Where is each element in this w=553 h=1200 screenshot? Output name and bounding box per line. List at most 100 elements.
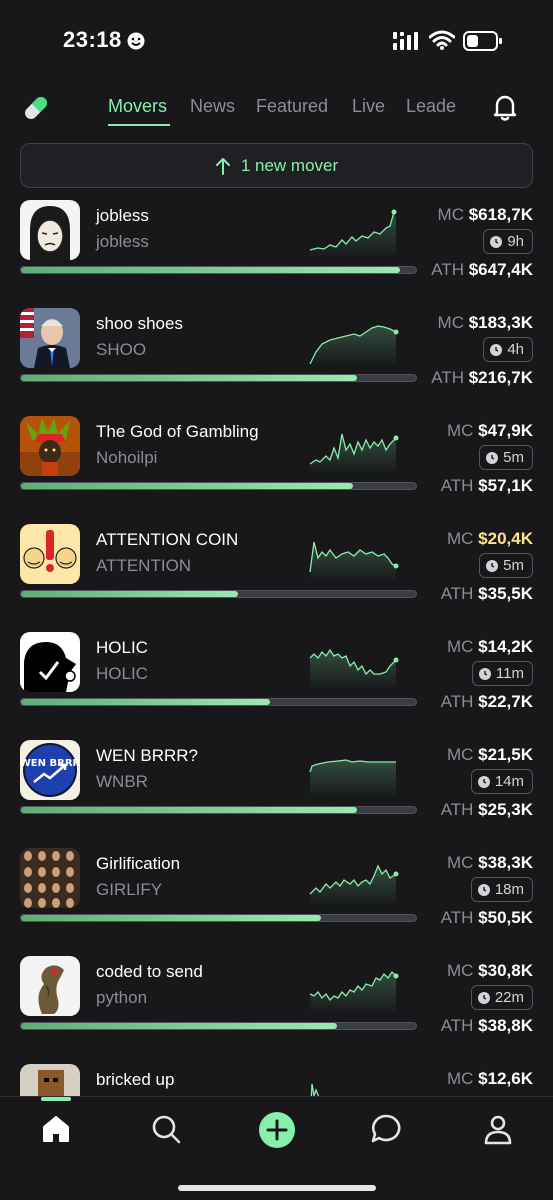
sparkline-chart [309, 209, 397, 258]
ath-value: $216,7K [468, 368, 533, 387]
coin-row[interactable]: coded to send python MC $30,8K 22m ATH $… [0, 952, 553, 1060]
all-time-high: ATH $22,7K [441, 692, 533, 712]
age-text: 4h [507, 341, 524, 358]
ath-label: ATH [440, 584, 474, 603]
sparkline-chart [309, 541, 399, 582]
ath-label: ATH [440, 908, 474, 927]
pill-logo-icon[interactable] [20, 92, 52, 124]
ath-progress-bar [20, 266, 417, 274]
coin-ticker: python [96, 988, 148, 1007]
coin-avatar-bricked-up [20, 1064, 80, 1096]
coin-row[interactable]: HOLIC HOLIC MC $14,2K 11m ATH $22,7K [0, 628, 553, 736]
coin-ticker: jobless [96, 232, 149, 251]
tab-bar: Movers News Featured Live Leade [96, 88, 466, 130]
movers-list: jobless jobless MC $618,7K 9h ATH $647,4… [0, 196, 553, 1096]
all-time-high: ATH $50,5K [441, 908, 533, 928]
tab-live[interactable]: Live [352, 96, 385, 117]
clock-icon [478, 667, 491, 680]
coin-row[interactable]: shoo shoes SHOO MC $183,3K 4h ATH $216,7… [0, 304, 553, 412]
coin-row[interactable]: The God of Gambling Nohoilpi MC $47,9K 5… [0, 412, 553, 520]
coin-avatar-attention [20, 524, 80, 584]
ath-value: $35,5K [478, 584, 533, 603]
coin-name: The God of Gambling [96, 422, 259, 441]
bell-icon[interactable] [491, 92, 519, 122]
ath-value: $647,4K [468, 260, 533, 279]
all-time-high: ATH $216,7K [431, 368, 533, 388]
coin-avatar-shoo [20, 308, 80, 368]
ath-progress-bar [20, 482, 417, 490]
mc-label: MC [446, 745, 474, 764]
clock-icon [486, 451, 499, 464]
clock-icon [477, 775, 490, 788]
coin-avatar-jobless [20, 200, 80, 260]
tab-movers[interactable]: Movers [108, 96, 167, 117]
sparkline-chart [310, 1083, 320, 1096]
coin-row[interactable]: bricked up MC $12,6K [0, 1060, 553, 1096]
battery-icon [463, 31, 502, 51]
market-cap: MC $183,3K [438, 313, 533, 333]
coin-row[interactable]: jobless jobless MC $618,7K 9h ATH $647,4… [0, 196, 553, 304]
arrow-up-icon [215, 157, 230, 175]
tab-featured[interactable]: Featured [256, 96, 328, 117]
ath-label: ATH [431, 368, 464, 387]
ath-value: $22,7K [478, 692, 533, 711]
coin-name: Girlification [96, 854, 181, 873]
active-nav-indicator [41, 1097, 71, 1101]
search-icon[interactable] [150, 1113, 182, 1145]
coin-name: shoo shoes [96, 314, 183, 333]
clock-icon [477, 991, 490, 1004]
coin-name: jobless [96, 206, 149, 225]
home-icon[interactable] [40, 1113, 72, 1145]
age-badge: 11m [471, 661, 533, 686]
new-mover-banner[interactable]: 1 new mover [20, 143, 533, 188]
mc-value: $30,8K [478, 961, 533, 980]
age-text: 11m [495, 665, 524, 682]
tab-news[interactable]: News [190, 96, 235, 117]
ath-progress-bar [20, 698, 417, 706]
chat-icon[interactable] [370, 1113, 402, 1145]
coin-ticker: ATTENTION [96, 556, 192, 575]
coin-name: HOLIC [96, 638, 148, 657]
age-text: 14m [494, 773, 524, 790]
profile-icon[interactable] [482, 1113, 514, 1145]
mc-label: MC [446, 421, 474, 440]
coin-row[interactable]: Girlification GIRLIFY MC $38,3K 18m ATH … [0, 844, 553, 952]
tab-leaderboard[interactable]: Leade [406, 96, 456, 117]
all-time-high: ATH $35,5K [441, 584, 533, 604]
age-text: 18m [494, 881, 524, 898]
progress-fill [21, 807, 357, 813]
clock-icon [486, 559, 499, 572]
ath-progress-bar [20, 590, 417, 598]
ath-label: ATH [440, 1016, 474, 1035]
age-text: 5m [503, 557, 524, 574]
coin-avatar-wnbr: WEN BRRR [20, 740, 80, 800]
ath-progress-bar [20, 374, 417, 382]
coin-avatar-god-of-gambling [20, 416, 80, 476]
sparkline-chart [309, 433, 399, 474]
coin-name: coded to send [96, 962, 203, 981]
mc-value: $20,4K [478, 529, 533, 548]
clock-icon [490, 235, 503, 248]
coin-ticker: GIRLIFY [96, 880, 163, 899]
clock-icon [477, 883, 490, 896]
mc-label: MC [446, 529, 474, 548]
age-text: 22m [494, 989, 524, 1006]
progress-fill [21, 591, 239, 597]
ath-label: ATH [440, 800, 474, 819]
status-bar: 23:18 [0, 0, 553, 80]
mc-label: MC [437, 313, 464, 332]
sparkline-chart [309, 759, 396, 798]
coin-ticker: SHOO [96, 340, 147, 359]
plus-icon[interactable] [258, 1111, 296, 1149]
wifi-icon [429, 30, 455, 50]
age-badge: 14m [470, 769, 533, 794]
coin-avatar-girlify [20, 848, 80, 908]
ath-value: $57,1K [478, 476, 533, 495]
market-cap: MC $12,6K [447, 1069, 533, 1089]
mc-label: MC [446, 853, 474, 872]
age-badge: 5m [479, 553, 533, 578]
coin-name: WEN BRRR? [96, 746, 199, 765]
coin-row[interactable]: WEN BRRR WEN BRRR? WNBR MC $21,5K 14m AT… [0, 736, 553, 844]
mc-value: $47,9K [478, 421, 533, 440]
coin-row[interactable]: ATTENTION COIN ATTENTION MC $20,4K 5m AT… [0, 520, 553, 628]
